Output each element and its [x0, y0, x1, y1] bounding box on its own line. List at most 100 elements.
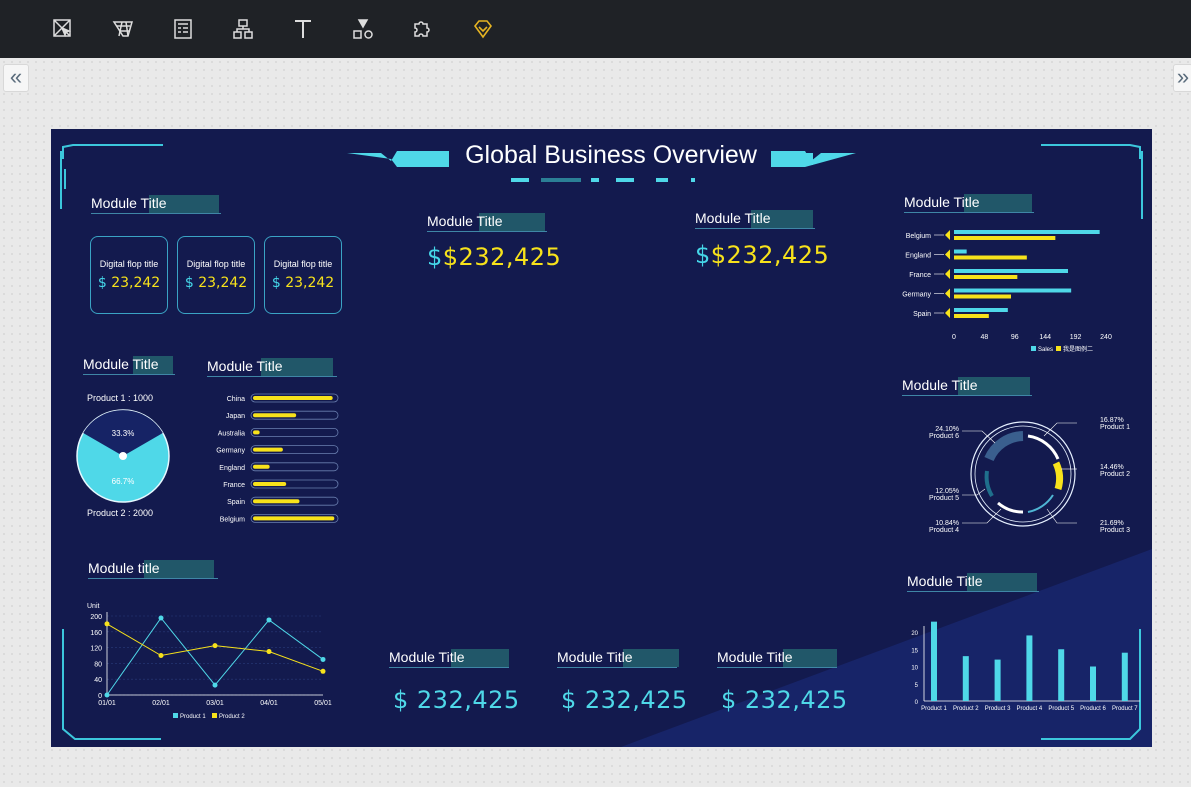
ring-label-3-name: Product 3	[1100, 527, 1130, 534]
vbar-y-tick: 15	[911, 648, 918, 654]
country-bar-fill	[253, 516, 335, 521]
ring-arc-product-4	[997, 501, 1024, 514]
country-bar-fill	[253, 464, 270, 469]
line-point	[158, 653, 164, 658]
hbar-bar-sales	[954, 288, 1072, 293]
country-label: France	[223, 482, 245, 489]
hbar-bar-series-2	[954, 236, 1056, 240]
module-title-flops: Module Title	[91, 195, 221, 214]
hbar-category-label: England	[905, 253, 931, 260]
vbar-category-label: Product 2	[953, 706, 979, 712]
kpi-value-2: $$232,425	[695, 241, 830, 269]
module-title-line: Module title	[88, 560, 218, 579]
ring-label-5-name: Product 5	[929, 495, 959, 502]
vbar-category-label: Product 7	[1112, 706, 1138, 712]
country-label: Spain	[227, 499, 245, 506]
line-point	[212, 682, 218, 688]
collapse-left-button[interactable]: «	[3, 64, 29, 92]
kpi-value-1: $$232,425	[427, 243, 562, 271]
country-bar-fill	[253, 447, 283, 452]
vbar-y-tick: 20	[911, 631, 918, 637]
line-point	[320, 656, 326, 662]
line-y-tick: 0	[98, 693, 102, 700]
module-title-text: Module Title	[557, 649, 633, 665]
module-title-ring: Module Title	[902, 377, 1032, 396]
ring-label-4-pct: 10.84%	[935, 520, 959, 527]
ring-label-3-pct: 21.69%	[1100, 520, 1124, 527]
module-title-text: Module Title	[389, 649, 465, 665]
hbar-bar-sales	[954, 249, 967, 254]
country-label: England	[219, 465, 245, 472]
legend-label-series-2: 我是图例二	[1063, 345, 1093, 353]
component-tool[interactable]	[406, 12, 440, 46]
dashboard-title: Global Business Overview	[465, 141, 757, 169]
digital-flop-2: Digital flop title $ 23,242	[177, 236, 255, 314]
line-point	[104, 692, 110, 698]
product-line-chart: Unit 200 160 120 80 40 001/01 02/01 03/01 04/01 05…	[87, 603, 332, 720]
pie-bottom-label: Product 2 : 2000	[87, 508, 154, 518]
premium-tool[interactable]	[466, 12, 500, 46]
hbar-marker	[945, 269, 950, 279]
selection-icon	[53, 19, 72, 38]
layout-tool[interactable]	[226, 12, 260, 46]
select-tool[interactable]	[46, 12, 80, 46]
hbar-bar-series-2	[954, 255, 1027, 260]
shape-tool[interactable]	[346, 12, 380, 46]
flop-value: 23,242	[111, 275, 161, 291]
module-title-text: Module Title	[717, 649, 793, 665]
vbar-bar	[1121, 652, 1128, 701]
module-title-vbar: Module Title	[907, 573, 1039, 592]
ring-arc-product-5	[984, 470, 994, 498]
module-title-text: Module Title	[695, 210, 771, 226]
table-tool[interactable]	[166, 12, 200, 46]
line-y-tick: 120	[90, 646, 102, 653]
dashboard-canvas[interactable]: Global Business Overview Module Title Mo…	[51, 129, 1152, 747]
shapes-icon	[353, 19, 373, 39]
top-toolbar	[0, 0, 1191, 58]
module-title-text: Module Title	[904, 194, 980, 210]
line-point	[266, 649, 272, 655]
hbar-tick-label: 144	[1039, 334, 1051, 341]
vbar-y-tick: 0	[915, 700, 919, 706]
line-y-tick: 80	[94, 661, 102, 668]
country-label: China	[227, 396, 245, 403]
ring-label-2-name: Product 2	[1100, 471, 1130, 478]
legend-swatch-series-2	[1056, 346, 1061, 351]
module-title-text: Module Title	[427, 213, 503, 229]
hbar-bar-sales	[954, 308, 1008, 312]
kpi-value-4: $ 232,425	[561, 686, 688, 714]
hbar-category-label: Germany	[902, 292, 931, 299]
chart-icon	[112, 21, 133, 37]
line-x-tick: 01/01	[98, 700, 116, 707]
puzzle-icon	[414, 21, 430, 37]
line-x-tick: 03/01	[206, 700, 224, 707]
flop-value: 23,242	[285, 275, 335, 291]
pie-top-label: Product 1 : 1000	[87, 393, 154, 403]
vbar-bar	[1026, 635, 1033, 701]
module-title-kpi-2: Module Title	[695, 210, 815, 229]
line-point	[212, 643, 218, 649]
flop-value: 23,242	[198, 275, 248, 291]
line-point	[158, 615, 164, 621]
module-title-text: Module title	[88, 560, 160, 576]
line-x-tick: 05/01	[314, 700, 332, 707]
text-icon	[295, 20, 311, 38]
ring-label-1-name: Product 1	[1100, 424, 1130, 431]
pie-slice-2-label: 66.7%	[112, 477, 135, 486]
hbar-bar-series-2	[954, 294, 1011, 299]
hbar-category-label: Belgium	[906, 233, 931, 240]
module-title-text: Module Title	[902, 377, 978, 393]
module-title-text: Module Title	[207, 358, 283, 374]
ring-arc-product-1	[1027, 434, 1060, 460]
hbar-tick-label: 192	[1070, 334, 1082, 341]
hbar-marker	[945, 288, 950, 299]
flop-currency: $	[97, 275, 107, 291]
hbar-tick-label: 96	[1011, 334, 1019, 341]
module-title-kpi-3: Module Title	[389, 649, 509, 668]
collapse-right-button[interactable]: »	[1173, 64, 1191, 92]
text-tool[interactable]	[286, 12, 320, 46]
line-point	[266, 617, 272, 623]
module-title-hbar: Module Title	[904, 194, 1034, 213]
chart-tool[interactable]	[106, 12, 140, 46]
ring-label-6-name: Product 6	[929, 433, 959, 440]
